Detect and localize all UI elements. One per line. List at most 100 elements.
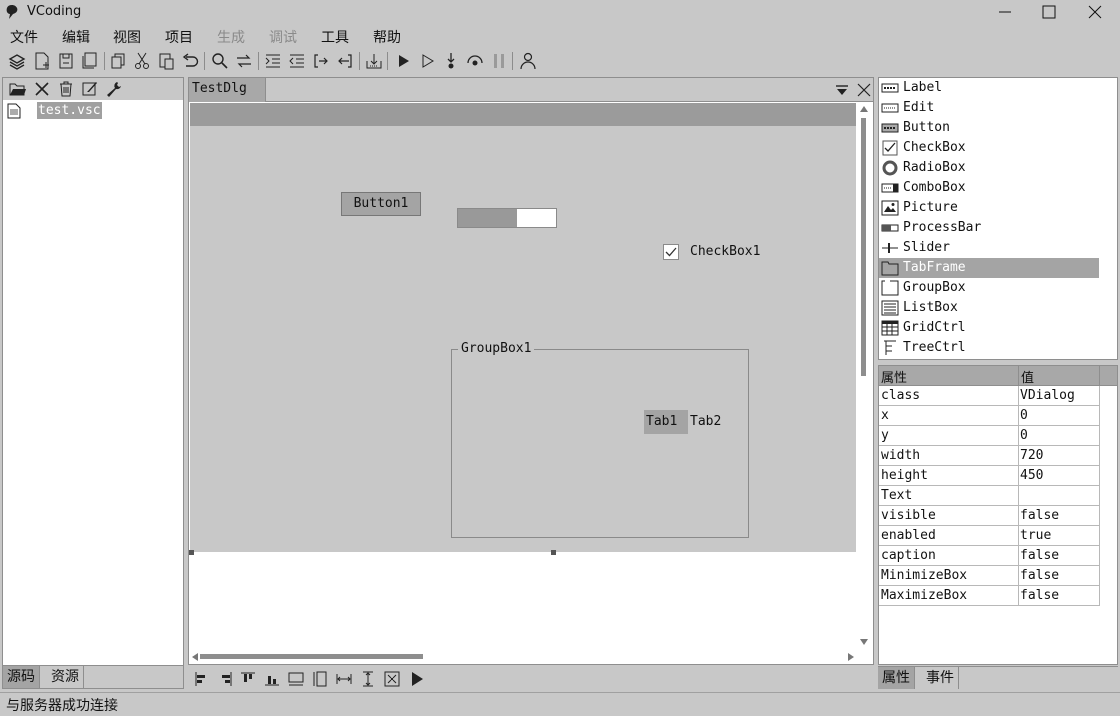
tabframe-tab1[interactable]: Tab1 (644, 410, 688, 434)
find-icon[interactable] (210, 51, 230, 71)
align-left-icon[interactable] (193, 670, 211, 688)
toolbox-item-button[interactable]: Button (879, 118, 1099, 138)
dropdown-icon[interactable] (835, 83, 849, 97)
property-value[interactable]: false (1020, 568, 1059, 583)
scroll-left-icon[interactable] (192, 653, 198, 661)
groupbox1-control[interactable]: GroupBox1 Tab1 Tab2 (451, 341, 749, 538)
dialog-canvas[interactable]: Button1 CheckBox1 GroupBox1 Tab1 Tab2 (190, 103, 856, 552)
property-row[interactable]: visible false (879, 506, 1100, 526)
cut-icon[interactable] (132, 51, 152, 71)
pause-icon[interactable] (489, 51, 509, 71)
toolbox-item-edit[interactable]: Edit (879, 98, 1099, 118)
outdent-icon[interactable] (287, 51, 307, 71)
toolbox-item-processbar[interactable]: ProcessBar (879, 218, 1099, 238)
property-row[interactable]: enabled true (879, 526, 1100, 546)
step-out-icon[interactable] (335, 51, 355, 71)
button1-control[interactable]: Button1 (341, 192, 421, 216)
property-value[interactable]: 720 (1020, 448, 1043, 463)
menu-file[interactable]: 文件 (10, 27, 38, 47)
new-file-icon[interactable] (32, 51, 52, 71)
same-width-icon[interactable] (287, 670, 305, 688)
horizontal-scrollbar-thumb[interactable] (200, 654, 423, 659)
resize-handle[interactable] (551, 550, 556, 555)
property-row[interactable]: MinimizeBox false (879, 566, 1100, 586)
property-row[interactable]: class VDialog (879, 386, 1100, 406)
toolbox-item-combobox[interactable]: ComboBox (879, 178, 1099, 198)
tab-resources[interactable]: 资源 (47, 666, 84, 688)
same-height-icon[interactable] (311, 670, 329, 688)
menu-edit[interactable]: 编辑 (62, 27, 90, 47)
property-row[interactable]: caption false (879, 546, 1100, 566)
tabframe-control[interactable]: Tab1 Tab2 (644, 410, 721, 434)
toolbox-item-picture[interactable]: Picture (879, 198, 1099, 218)
property-value[interactable]: VDialog (1020, 388, 1075, 403)
edit-icon[interactable] (81, 80, 99, 98)
center-horizontal-icon[interactable] (335, 670, 353, 688)
menu-build[interactable]: 生成 (217, 27, 245, 47)
property-row[interactable]: y0 (879, 426, 1100, 446)
menu-view[interactable]: 视图 (113, 27, 141, 47)
toolbox-item-groupbox[interactable]: GroupBox (879, 278, 1099, 298)
scroll-up-icon[interactable] (860, 106, 868, 112)
toolbox-item-listbox[interactable]: ListBox (879, 298, 1099, 318)
delete-icon[interactable] (57, 80, 75, 98)
property-value[interactable]: false (1020, 548, 1059, 563)
step-icon[interactable] (441, 51, 461, 71)
property-value[interactable]: 0 (1020, 428, 1028, 443)
minimize-button[interactable] (982, 0, 1028, 24)
run-icon[interactable] (393, 51, 413, 71)
save-icon[interactable] (56, 51, 76, 71)
toolbox-item-label[interactable]: Label (879, 78, 1099, 98)
property-value[interactable]: false (1020, 508, 1059, 523)
toolbox-item-gridctrl[interactable]: GridCtrl (879, 318, 1099, 338)
close-icon[interactable] (33, 80, 51, 98)
resize-handle[interactable] (189, 550, 194, 555)
tab-properties[interactable]: 属性 (878, 667, 915, 689)
close-window-button[interactable] (1072, 0, 1118, 24)
property-row[interactable]: width 720 (879, 446, 1100, 466)
open-folder-icon[interactable] (9, 80, 27, 98)
wrench-icon[interactable] (105, 80, 123, 98)
user-icon[interactable] (518, 51, 538, 71)
toolbox-item-slider[interactable]: Slider (879, 238, 1099, 258)
toolbox-item-checkbox[interactable]: CheckBox (879, 138, 1099, 158)
property-row[interactable]: height 450 (879, 466, 1100, 486)
build-icon[interactable] (364, 51, 384, 71)
property-value[interactable]: 0 (1020, 408, 1028, 423)
indent-icon[interactable] (263, 51, 283, 71)
toolbox-item-tabframe[interactable]: TabFrame (879, 258, 1099, 278)
replace-icon[interactable] (234, 51, 254, 71)
property-row[interactable]: Text (879, 486, 1100, 506)
menu-project[interactable]: 项目 (165, 27, 193, 47)
property-row[interactable]: MaximizeBox false (879, 586, 1100, 606)
preview-run-icon[interactable] (408, 670, 426, 688)
menu-debug[interactable]: 调试 (269, 27, 297, 47)
vertical-scrollbar-thumb[interactable] (861, 118, 866, 376)
run-outline-icon[interactable] (417, 51, 437, 71)
tab-events[interactable]: 事件 (922, 667, 959, 689)
menu-tools[interactable]: 工具 (321, 27, 349, 47)
align-right-icon[interactable] (216, 670, 234, 688)
close-icon[interactable] (857, 83, 871, 97)
align-bottom-icon[interactable] (263, 670, 281, 688)
undo-icon[interactable] (180, 51, 200, 71)
paste-icon[interactable] (156, 51, 176, 71)
tabframe-tab2[interactable]: Tab2 (688, 410, 732, 434)
watch-icon[interactable] (465, 51, 485, 71)
tab-source[interactable]: 源码 (3, 666, 40, 688)
scroll-right-icon[interactable] (848, 653, 854, 661)
tab-testdlg[interactable]: TestDlg (189, 78, 266, 102)
progressbar-control[interactable] (457, 208, 557, 228)
layers-icon[interactable] (7, 51, 27, 71)
property-value[interactable]: true (1020, 528, 1051, 543)
scroll-down-icon[interactable] (860, 639, 868, 645)
toolbox-item-radiobox[interactable]: RadioBox (879, 158, 1099, 178)
property-value[interactable]: 450 (1020, 468, 1043, 483)
step-in-icon[interactable] (311, 51, 331, 71)
toolbox-item-treectrl[interactable]: TreeCtrl (879, 338, 1099, 358)
align-top-icon[interactable] (239, 670, 257, 688)
copy-icon[interactable] (108, 51, 128, 71)
save-all-icon[interactable] (80, 51, 100, 71)
maximize-button[interactable] (1026, 0, 1072, 24)
property-value[interactable]: false (1020, 588, 1059, 603)
